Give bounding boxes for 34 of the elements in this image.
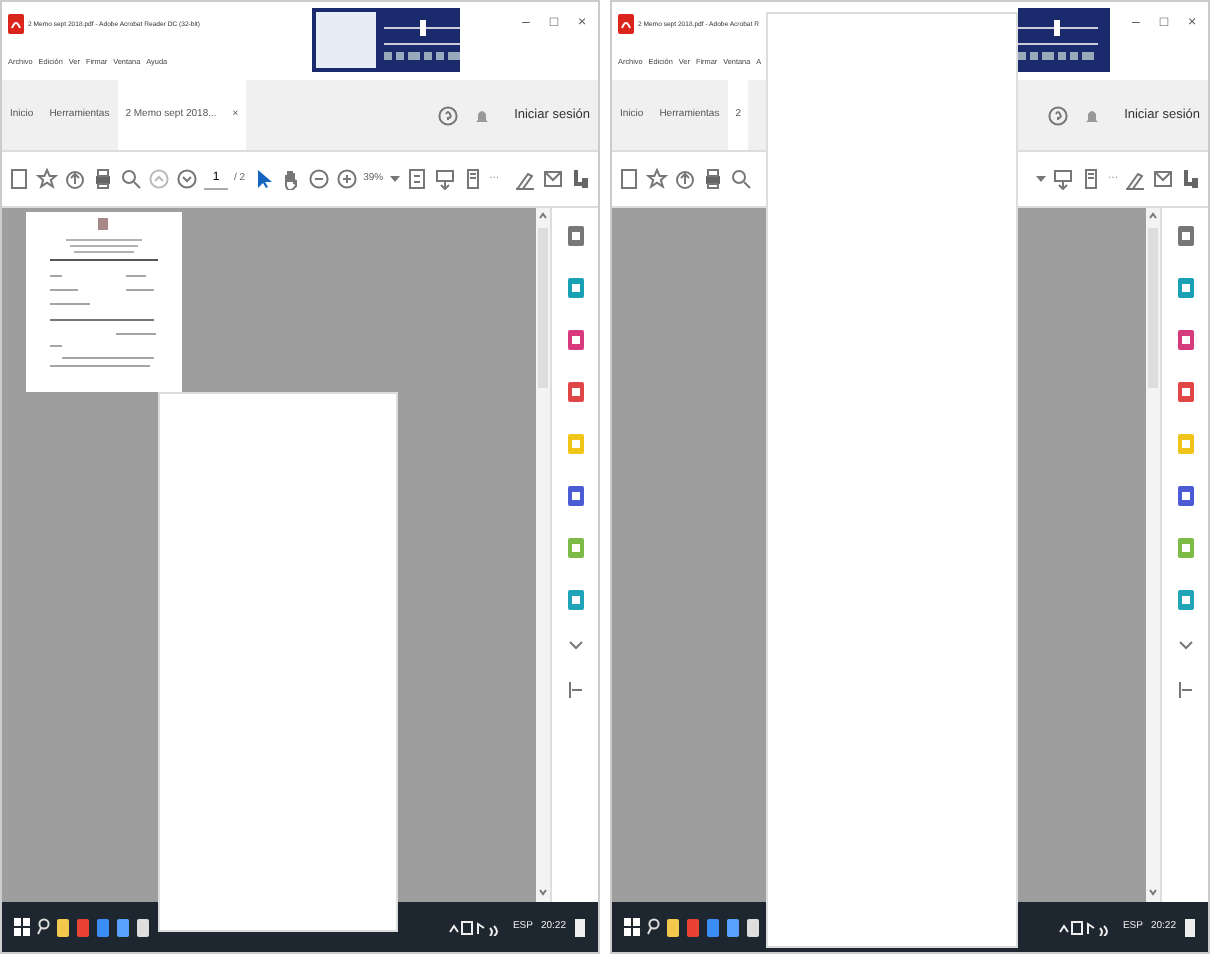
mail-icon[interactable] bbox=[1152, 168, 1174, 190]
bell-icon[interactable] bbox=[474, 105, 491, 125]
bell-icon[interactable] bbox=[1084, 105, 1101, 125]
windows-start-icon[interactable] bbox=[624, 918, 640, 936]
caret-icon[interactable] bbox=[389, 174, 400, 184]
print-icon[interactable] bbox=[702, 168, 724, 190]
zoom-in-icon[interactable] bbox=[335, 168, 358, 190]
pen-sign-icon[interactable] bbox=[1124, 168, 1146, 190]
media-player-drawing bbox=[1018, 8, 1110, 72]
search-icon[interactable] bbox=[36, 918, 50, 936]
help-icon[interactable] bbox=[1048, 105, 1069, 125]
expand-panel-icon[interactable] bbox=[567, 680, 583, 700]
windows-start-icon[interactable] bbox=[14, 918, 30, 936]
mail-icon[interactable] bbox=[542, 168, 564, 190]
zoom-out-icon[interactable] bbox=[307, 168, 330, 190]
pdf-app-icon bbox=[618, 14, 634, 34]
help-icon[interactable] bbox=[438, 105, 459, 125]
print-icon[interactable] bbox=[92, 168, 114, 190]
expand-panel-icon[interactable] bbox=[1177, 680, 1193, 700]
page-fit-icon[interactable] bbox=[405, 168, 428, 190]
file-icon[interactable] bbox=[8, 168, 30, 190]
caret-icon[interactable] bbox=[1036, 174, 1046, 184]
upload-icon[interactable] bbox=[674, 168, 696, 190]
notification-icon[interactable] bbox=[574, 917, 586, 937]
pen-sign-icon[interactable] bbox=[514, 168, 536, 190]
search-icon[interactable] bbox=[646, 918, 660, 936]
notification-icon[interactable] bbox=[1184, 917, 1196, 937]
star-icon[interactable] bbox=[36, 168, 58, 190]
page-down-icon[interactable] bbox=[176, 168, 198, 190]
file-icon[interactable] bbox=[618, 168, 640, 190]
star-icon[interactable] bbox=[646, 168, 668, 190]
hand-icon[interactable] bbox=[279, 168, 302, 190]
upload-icon[interactable] bbox=[64, 168, 86, 190]
pdf-app-icon bbox=[8, 14, 24, 34]
